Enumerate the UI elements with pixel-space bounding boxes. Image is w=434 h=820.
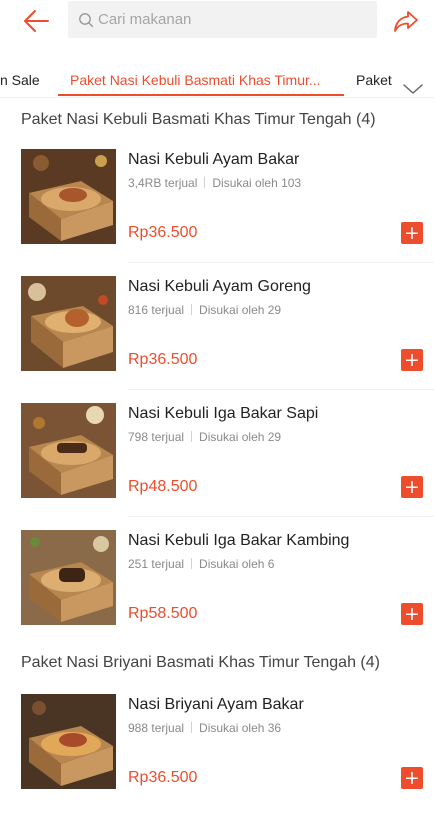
search-input[interactable]	[98, 11, 348, 28]
meta-separator	[191, 722, 193, 733]
menu-item[interactable]: Nasi Kebuli Iga Bakar Sapi 798 terjual Di…	[0, 403, 434, 529]
share-icon[interactable]	[392, 8, 420, 34]
item-meta: 251 terjual Disukai oleh 6	[128, 557, 274, 571]
item-divider	[128, 389, 434, 390]
meta-separator	[191, 431, 193, 442]
like-count: Disukai oleh 36	[199, 721, 282, 735]
tab-paket-nasi-kebuli[interactable]: Paket Nasi Kebuli Basmati Khas Timur...	[70, 64, 321, 96]
item-price: Rp58.500	[128, 605, 198, 622]
tab-paket-next[interactable]: Paket	[356, 64, 392, 96]
sold-count: 816 terjual	[128, 303, 185, 317]
top-bar	[0, 0, 434, 44]
like-count: Disukai oleh 103	[212, 176, 302, 190]
item-name: Nasi Kebuli Iga Bakar Kambing	[128, 532, 350, 549]
search-bar[interactable]	[68, 1, 377, 38]
like-count: Disukai oleh 29	[199, 303, 282, 317]
menu-item[interactable]: Nasi Kebuli Ayam Goreng 816 terjual Disuk…	[0, 276, 434, 402]
sold-count: 251 terjual	[128, 557, 185, 571]
add-to-cart-button[interactable]: +	[401, 222, 423, 244]
item-meta: 988 terjual Disukai oleh 36	[128, 721, 281, 735]
like-count: Disukai oleh 6	[199, 557, 275, 571]
item-price: Rp48.500	[128, 478, 198, 495]
add-to-cart-button[interactable]: +	[401, 767, 423, 789]
back-arrow-icon[interactable]	[22, 8, 50, 34]
add-to-cart-button[interactable]: +	[401, 603, 423, 625]
sold-count: 798 terjual	[128, 430, 185, 444]
item-name: Nasi Kebuli Ayam Bakar	[128, 151, 300, 168]
food-image	[21, 276, 116, 371]
tab-flash-sale[interactable]: n Sale	[0, 64, 40, 96]
item-divider	[128, 262, 434, 263]
tabs-divider	[0, 97, 434, 98]
meta-separator	[204, 177, 206, 188]
item-price: Rp36.500	[128, 224, 198, 241]
meta-separator	[191, 558, 193, 569]
item-meta: 3,4RB terjual Disukai oleh 103	[128, 176, 301, 190]
section-title: Paket Nasi Kebuli Basmati Khas Timur Ten…	[21, 111, 376, 128]
sold-count: 988 terjual	[128, 721, 185, 735]
item-price: Rp36.500	[128, 769, 198, 786]
item-name: Nasi Kebuli Iga Bakar Sapi	[128, 405, 319, 422]
item-meta: 816 terjual Disukai oleh 29	[128, 303, 281, 317]
meta-separator	[191, 304, 193, 315]
food-image	[21, 149, 116, 244]
add-to-cart-button[interactable]: +	[401, 476, 423, 498]
active-tab-indicator	[58, 94, 344, 96]
item-divider	[128, 516, 434, 517]
food-image	[21, 530, 116, 625]
chevron-down-icon[interactable]	[402, 82, 424, 96]
sold-count: 3,4RB terjual	[128, 176, 198, 190]
food-image	[21, 403, 116, 498]
menu-item[interactable]: Nasi Kebuli Ayam Bakar 3,4RB terjual Disu…	[0, 149, 434, 275]
search-icon	[79, 12, 94, 27]
like-count: Disukai oleh 29	[199, 430, 282, 444]
item-name: Nasi Kebuli Ayam Goreng	[128, 278, 311, 295]
item-meta: 798 terjual Disukai oleh 29	[128, 430, 281, 444]
section-title: Paket Nasi Briyani Basmati Khas Timur Te…	[21, 654, 380, 671]
food-image	[21, 694, 116, 789]
item-price: Rp36.500	[128, 351, 198, 368]
menu-item[interactable]: Nasi Kebuli Iga Bakar Kambing 251 terjua…	[0, 530, 434, 656]
item-name: Nasi Briyani Ayam Bakar	[128, 696, 304, 713]
menu-item[interactable]: Nasi Briyani Ayam Bakar 988 terjual Disuk…	[0, 694, 434, 820]
add-to-cart-button[interactable]: +	[401, 349, 423, 371]
